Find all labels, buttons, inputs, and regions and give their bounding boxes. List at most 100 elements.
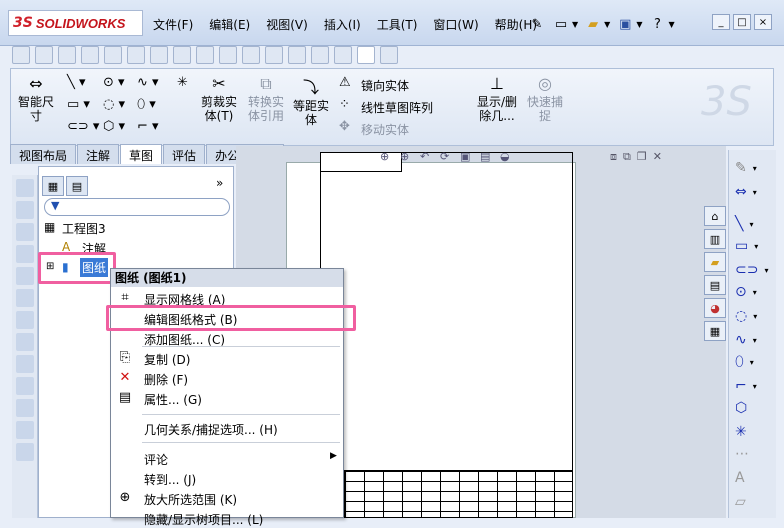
quick-snaps-button[interactable]: ◎ 快速捕 捉 [525, 75, 565, 124]
menu-item-properties[interactable]: 属性... (G) [144, 391, 202, 408]
sketch-icon[interactable]: ✎ ▾ [735, 158, 769, 178]
restore-button[interactable]: □ [733, 14, 751, 30]
toolbar-icon[interactable] [15, 311, 34, 329]
rotate-icon[interactable]: ⟳ [440, 150, 456, 164]
help-icon[interactable]: ? [648, 15, 666, 33]
cube-view-icon[interactable] [219, 46, 237, 64]
menu-item-copy[interactable]: 复制 (D) [144, 351, 190, 368]
rectangle-icon[interactable]: ▭ ▾ [735, 236, 769, 256]
split-icon[interactable]: ⧉ [623, 150, 631, 164]
custom-properties-icon[interactable]: ▦ [704, 321, 726, 341]
close-icon[interactable]: ✕ [653, 150, 662, 164]
link-icon[interactable] [288, 46, 306, 64]
cube-view-icon[interactable] [242, 46, 260, 64]
ellipse-icon[interactable]: ⬯ ▾ [735, 352, 769, 372]
toolbar-icon[interactable] [15, 355, 34, 373]
home-icon[interactable]: ⌂ [704, 206, 726, 226]
previous-view-icon[interactable]: ↶ [420, 150, 436, 164]
point-icon[interactable]: ✳ [177, 75, 188, 90]
spline-icon[interactable]: ∿ ▾ [137, 75, 159, 90]
mirror-entities-button[interactable]: 镜向实体 [361, 77, 409, 94]
fillet-icon[interactable]: ⌐ ▾ [735, 376, 769, 396]
display-delete-relations-button[interactable]: ⊥ 显示/删 除几... [473, 75, 521, 124]
hide-show-icon[interactable]: ▤ [480, 150, 496, 164]
cube-view-icon[interactable] [35, 46, 53, 64]
ellipse-icon[interactable]: ⬯ ▾ [137, 97, 156, 112]
view-orient-icon[interactable] [12, 46, 30, 64]
toolbar-icon[interactable] [15, 267, 34, 285]
arc-icon[interactable]: ◌ ▾ [735, 306, 769, 326]
linear-pattern-button[interactable]: 线性草图阵列 [361, 99, 433, 116]
menu-insert[interactable]: 插入(I) [316, 16, 369, 33]
move-entities-button[interactable]: 移动实体 [361, 121, 409, 138]
menu-window[interactable]: 窗口(W) [425, 16, 486, 33]
cube-view-icon[interactable] [173, 46, 191, 64]
cube-view-icon[interactable] [150, 46, 168, 64]
tree-item-drawing[interactable]: 工程图3 [62, 220, 106, 237]
expand-icon[interactable]: ⊞ [46, 261, 54, 272]
chevron-right-icon[interactable]: » [216, 176, 223, 190]
zoom-fit-icon[interactable]: ⊕ [380, 150, 396, 164]
cube-view-icon[interactable] [196, 46, 214, 64]
appearances-icon[interactable]: ◕ [704, 298, 726, 318]
smart-dimension-icon[interactable]: ⇔ ▾ [735, 182, 769, 202]
tab-annotation[interactable]: 注解 [77, 144, 120, 164]
slot-icon[interactable]: ⊂⊃ ▾ [67, 119, 99, 134]
tab-view-layout[interactable]: 视图布局 [10, 144, 77, 164]
toolbar-icon[interactable] [15, 333, 34, 351]
chevron-down-icon[interactable]: ▼ [636, 20, 642, 29]
tree-item-sheet[interactable]: 图纸 [80, 258, 109, 277]
menu-item-relations-snaps[interactable]: 几何关系/捕捉选项... (H) [144, 421, 278, 438]
cube-view-icon[interactable] [265, 46, 283, 64]
toolbar-icon[interactable] [15, 223, 34, 241]
trim-entities-button[interactable]: ✂ 剪裁实 体(T) [199, 75, 239, 124]
view-palette-icon[interactable]: ▤ [704, 275, 726, 295]
display-style-icon[interactable]: ▣ [460, 150, 476, 164]
point-icon[interactable]: ✳ [735, 422, 769, 442]
pin-icon[interactable]: ✎ [528, 15, 546, 33]
rebuild-icon[interactable] [380, 46, 398, 64]
tab-sketch[interactable]: 草图 [120, 144, 163, 164]
line-icon[interactable]: ╲ ▾ [67, 75, 85, 90]
table-icon[interactable] [311, 46, 329, 64]
chevron-down-icon[interactable]: ▼ [668, 20, 674, 29]
fillet-icon[interactable]: ⌐ ▾ [137, 119, 159, 134]
cube-view-icon[interactable] [58, 46, 76, 64]
rectangle-icon[interactable]: ▭ ▾ [67, 97, 90, 112]
zoom-area-icon[interactable]: ⊕ [400, 150, 416, 164]
toolbar-icon[interactable] [15, 245, 34, 263]
chevron-down-icon[interactable]: ▼ [604, 20, 610, 29]
open-icon[interactable]: ▰ [584, 15, 602, 33]
text-icon[interactable]: A [735, 468, 769, 488]
spline-icon[interactable]: ∿ ▾ [735, 330, 769, 350]
menu-view[interactable]: 视图(V) [258, 16, 316, 33]
offset-entities-button[interactable]: ⤵ 等距实 体 [291, 79, 331, 128]
appearance-icon[interactable]: ◒ [500, 150, 516, 164]
menu-file[interactable]: 文件(F) [145, 16, 201, 33]
slot-icon[interactable]: ⊂⊃ ▾ [735, 260, 769, 280]
select-icon[interactable] [357, 46, 375, 64]
arc-icon[interactable]: ◌ ▾ [103, 97, 125, 112]
toolbar-icon[interactable] [15, 399, 34, 417]
tree-filter-input[interactable]: ▼ [44, 198, 230, 216]
circle-icon[interactable]: ⊙ ▾ [103, 75, 125, 90]
block-icon[interactable] [334, 46, 352, 64]
menu-item-edit-sheet-format[interactable]: 编辑图纸格式 (B) [144, 311, 237, 328]
design-library-icon[interactable]: ▥ [704, 229, 726, 249]
cube-view-icon[interactable] [81, 46, 99, 64]
toolbar-icon[interactable] [15, 377, 34, 395]
toolbar-icon[interactable] [15, 179, 34, 197]
centerline-icon[interactable]: ⋯ [735, 444, 769, 464]
restore-icon[interactable]: ❐ [637, 150, 647, 164]
close-button[interactable]: × [754, 14, 772, 30]
toolbar-icon[interactable] [15, 289, 34, 307]
save-icon[interactable]: ▣ [616, 15, 634, 33]
circle-icon[interactable]: ⊙ ▾ [735, 282, 769, 302]
menu-item-comment[interactable]: 评论 [144, 451, 168, 468]
polygon-icon[interactable]: ⬡ ▾ [103, 119, 125, 134]
toolbar-icon[interactable] [15, 443, 34, 461]
line-icon[interactable]: ╲ ▾ [735, 214, 769, 234]
menu-item-hide-show-tree[interactable]: 隐藏/显示树项目... (L) [144, 511, 263, 528]
menu-item-zoom-selection[interactable]: 放大所选范围 (K) [144, 491, 237, 508]
file-explorer-icon[interactable]: ▰ [704, 252, 726, 272]
